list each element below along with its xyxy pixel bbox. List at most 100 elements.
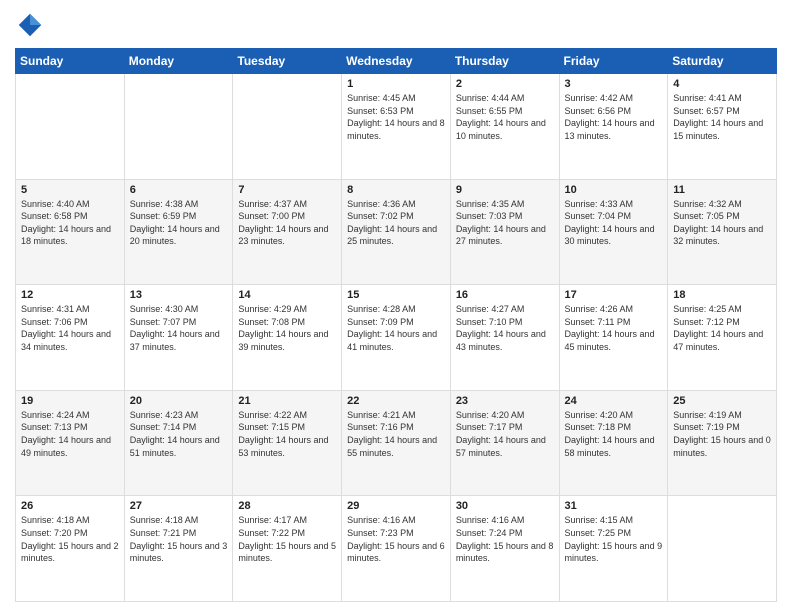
week-row-4: 26 Sunrise: 4:18 AM Sunset: 7:20 PM Dayli… <box>16 496 777 602</box>
calendar-cell <box>668 496 777 602</box>
day-number: 25 <box>673 395 771 407</box>
cell-content: Sunrise: 4:41 AM Sunset: 6:57 PM Dayligh… <box>673 92 771 142</box>
day-number: 8 <box>347 184 445 196</box>
cell-content: Sunrise: 4:22 AM Sunset: 7:15 PM Dayligh… <box>238 409 336 459</box>
calendar-cell: 10 Sunrise: 4:33 AM Sunset: 7:04 PM Dayli… <box>559 179 668 285</box>
day-number: 3 <box>565 78 663 90</box>
day-number: 5 <box>21 184 119 196</box>
col-header-sunday: Sunday <box>16 49 125 74</box>
calendar-cell: 19 Sunrise: 4:24 AM Sunset: 7:13 PM Dayli… <box>16 390 125 496</box>
day-number: 30 <box>456 500 554 512</box>
day-number: 19 <box>21 395 119 407</box>
col-header-wednesday: Wednesday <box>342 49 451 74</box>
calendar-cell: 26 Sunrise: 4:18 AM Sunset: 7:20 PM Dayli… <box>16 496 125 602</box>
calendar-cell <box>124 74 233 180</box>
page: SundayMondayTuesdayWednesdayThursdayFrid… <box>0 0 792 612</box>
calendar-cell: 6 Sunrise: 4:38 AM Sunset: 6:59 PM Daylig… <box>124 179 233 285</box>
cell-content: Sunrise: 4:32 AM Sunset: 7:05 PM Dayligh… <box>673 198 771 248</box>
calendar-cell: 4Sunrise: 4:41 AM Sunset: 6:57 PM Daylig… <box>668 74 777 180</box>
col-header-thursday: Thursday <box>450 49 559 74</box>
day-number: 1 <box>347 78 445 90</box>
day-number: 16 <box>456 289 554 301</box>
calendar-table: SundayMondayTuesdayWednesdayThursdayFrid… <box>15 48 777 602</box>
cell-content: Sunrise: 4:33 AM Sunset: 7:04 PM Dayligh… <box>565 198 663 248</box>
cell-content: Sunrise: 4:17 AM Sunset: 7:22 PM Dayligh… <box>238 514 336 564</box>
col-header-monday: Monday <box>124 49 233 74</box>
day-number: 9 <box>456 184 554 196</box>
day-number: 23 <box>456 395 554 407</box>
cell-content: Sunrise: 4:38 AM Sunset: 6:59 PM Dayligh… <box>130 198 228 248</box>
cell-content: Sunrise: 4:44 AM Sunset: 6:55 PM Dayligh… <box>456 92 554 142</box>
day-number: 26 <box>21 500 119 512</box>
cell-content: Sunrise: 4:27 AM Sunset: 7:10 PM Dayligh… <box>456 303 554 353</box>
cell-content: Sunrise: 4:16 AM Sunset: 7:23 PM Dayligh… <box>347 514 445 564</box>
cell-content: Sunrise: 4:25 AM Sunset: 7:12 PM Dayligh… <box>673 303 771 353</box>
day-number: 7 <box>238 184 336 196</box>
calendar-cell: 31 Sunrise: 4:15 AM Sunset: 7:25 PM Dayli… <box>559 496 668 602</box>
col-header-saturday: Saturday <box>668 49 777 74</box>
cell-content: Sunrise: 4:18 AM Sunset: 7:21 PM Dayligh… <box>130 514 228 564</box>
calendar-cell: 5 Sunrise: 4:40 AM Sunset: 6:58 PM Daylig… <box>16 179 125 285</box>
calendar-cell <box>16 74 125 180</box>
calendar-cell: 30 Sunrise: 4:16 AM Sunset: 7:24 PM Dayli… <box>450 496 559 602</box>
cell-content: Sunrise: 4:29 AM Sunset: 7:08 PM Dayligh… <box>238 303 336 353</box>
calendar-cell <box>233 74 342 180</box>
calendar-cell: 29 Sunrise: 4:16 AM Sunset: 7:23 PM Dayli… <box>342 496 451 602</box>
cell-content: Sunrise: 4:23 AM Sunset: 7:14 PM Dayligh… <box>130 409 228 459</box>
cell-content: Sunrise: 4:16 AM Sunset: 7:24 PM Dayligh… <box>456 514 554 564</box>
col-header-friday: Friday <box>559 49 668 74</box>
day-number: 10 <box>565 184 663 196</box>
day-number: 24 <box>565 395 663 407</box>
day-number: 14 <box>238 289 336 301</box>
calendar-cell: 7 Sunrise: 4:37 AM Sunset: 7:00 PM Daylig… <box>233 179 342 285</box>
calendar-cell: 11 Sunrise: 4:32 AM Sunset: 7:05 PM Dayli… <box>668 179 777 285</box>
cell-content: Sunrise: 4:26 AM Sunset: 7:11 PM Dayligh… <box>565 303 663 353</box>
calendar-cell: 21 Sunrise: 4:22 AM Sunset: 7:15 PM Dayli… <box>233 390 342 496</box>
calendar-cell: 20Sunrise: 4:23 AM Sunset: 7:14 PM Dayli… <box>124 390 233 496</box>
col-header-tuesday: Tuesday <box>233 49 342 74</box>
cell-content: Sunrise: 4:19 AM Sunset: 7:19 PM Dayligh… <box>673 409 771 459</box>
cell-content: Sunrise: 4:28 AM Sunset: 7:09 PM Dayligh… <box>347 303 445 353</box>
calendar-cell: 22 Sunrise: 4:21 AM Sunset: 7:16 PM Dayli… <box>342 390 451 496</box>
calendar-cell: 3Sunrise: 4:42 AM Sunset: 6:56 PM Daylig… <box>559 74 668 180</box>
cell-content: Sunrise: 4:20 AM Sunset: 7:18 PM Dayligh… <box>565 409 663 459</box>
calendar-cell: 27Sunrise: 4:18 AM Sunset: 7:21 PM Dayli… <box>124 496 233 602</box>
calendar-cell: 14 Sunrise: 4:29 AM Sunset: 7:08 PM Dayli… <box>233 285 342 391</box>
week-row-1: 5 Sunrise: 4:40 AM Sunset: 6:58 PM Daylig… <box>16 179 777 285</box>
calendar-cell: 24 Sunrise: 4:20 AM Sunset: 7:18 PM Dayli… <box>559 390 668 496</box>
header-row: SundayMondayTuesdayWednesdayThursdayFrid… <box>16 49 777 74</box>
calendar-cell: 25 Sunrise: 4:19 AM Sunset: 7:19 PM Dayli… <box>668 390 777 496</box>
cell-content: Sunrise: 4:45 AM Sunset: 6:53 PM Dayligh… <box>347 92 445 142</box>
cell-content: Sunrise: 4:35 AM Sunset: 7:03 PM Dayligh… <box>456 198 554 248</box>
cell-content: Sunrise: 4:37 AM Sunset: 7:00 PM Dayligh… <box>238 198 336 248</box>
cell-content: Sunrise: 4:24 AM Sunset: 7:13 PM Dayligh… <box>21 409 119 459</box>
day-number: 29 <box>347 500 445 512</box>
logo-icon <box>15 10 45 40</box>
header <box>15 10 777 40</box>
day-number: 28 <box>238 500 336 512</box>
calendar-cell: 28 Sunrise: 4:17 AM Sunset: 7:22 PM Dayli… <box>233 496 342 602</box>
calendar-cell: 12Sunrise: 4:31 AM Sunset: 7:06 PM Dayli… <box>16 285 125 391</box>
calendar-cell: 1 Sunrise: 4:45 AM Sunset: 6:53 PM Daylig… <box>342 74 451 180</box>
day-number: 13 <box>130 289 228 301</box>
day-number: 31 <box>565 500 663 512</box>
cell-content: Sunrise: 4:30 AM Sunset: 7:07 PM Dayligh… <box>130 303 228 353</box>
day-number: 12 <box>21 289 119 301</box>
cell-content: Sunrise: 4:18 AM Sunset: 7:20 PM Dayligh… <box>21 514 119 564</box>
day-number: 17 <box>565 289 663 301</box>
week-row-0: 1 Sunrise: 4:45 AM Sunset: 6:53 PM Daylig… <box>16 74 777 180</box>
calendar-cell: 17 Sunrise: 4:26 AM Sunset: 7:11 PM Dayli… <box>559 285 668 391</box>
logo <box>15 10 49 40</box>
calendar-cell: 8Sunrise: 4:36 AM Sunset: 7:02 PM Daylig… <box>342 179 451 285</box>
cell-content: Sunrise: 4:21 AM Sunset: 7:16 PM Dayligh… <box>347 409 445 459</box>
week-row-3: 19 Sunrise: 4:24 AM Sunset: 7:13 PM Dayli… <box>16 390 777 496</box>
cell-content: Sunrise: 4:20 AM Sunset: 7:17 PM Dayligh… <box>456 409 554 459</box>
cell-content: Sunrise: 4:40 AM Sunset: 6:58 PM Dayligh… <box>21 198 119 248</box>
cell-content: Sunrise: 4:15 AM Sunset: 7:25 PM Dayligh… <box>565 514 663 564</box>
day-number: 22 <box>347 395 445 407</box>
day-number: 6 <box>130 184 228 196</box>
calendar-cell: 23 Sunrise: 4:20 AM Sunset: 7:17 PM Dayli… <box>450 390 559 496</box>
calendar-cell: 2Sunrise: 4:44 AM Sunset: 6:55 PM Daylig… <box>450 74 559 180</box>
day-number: 11 <box>673 184 771 196</box>
day-number: 21 <box>238 395 336 407</box>
